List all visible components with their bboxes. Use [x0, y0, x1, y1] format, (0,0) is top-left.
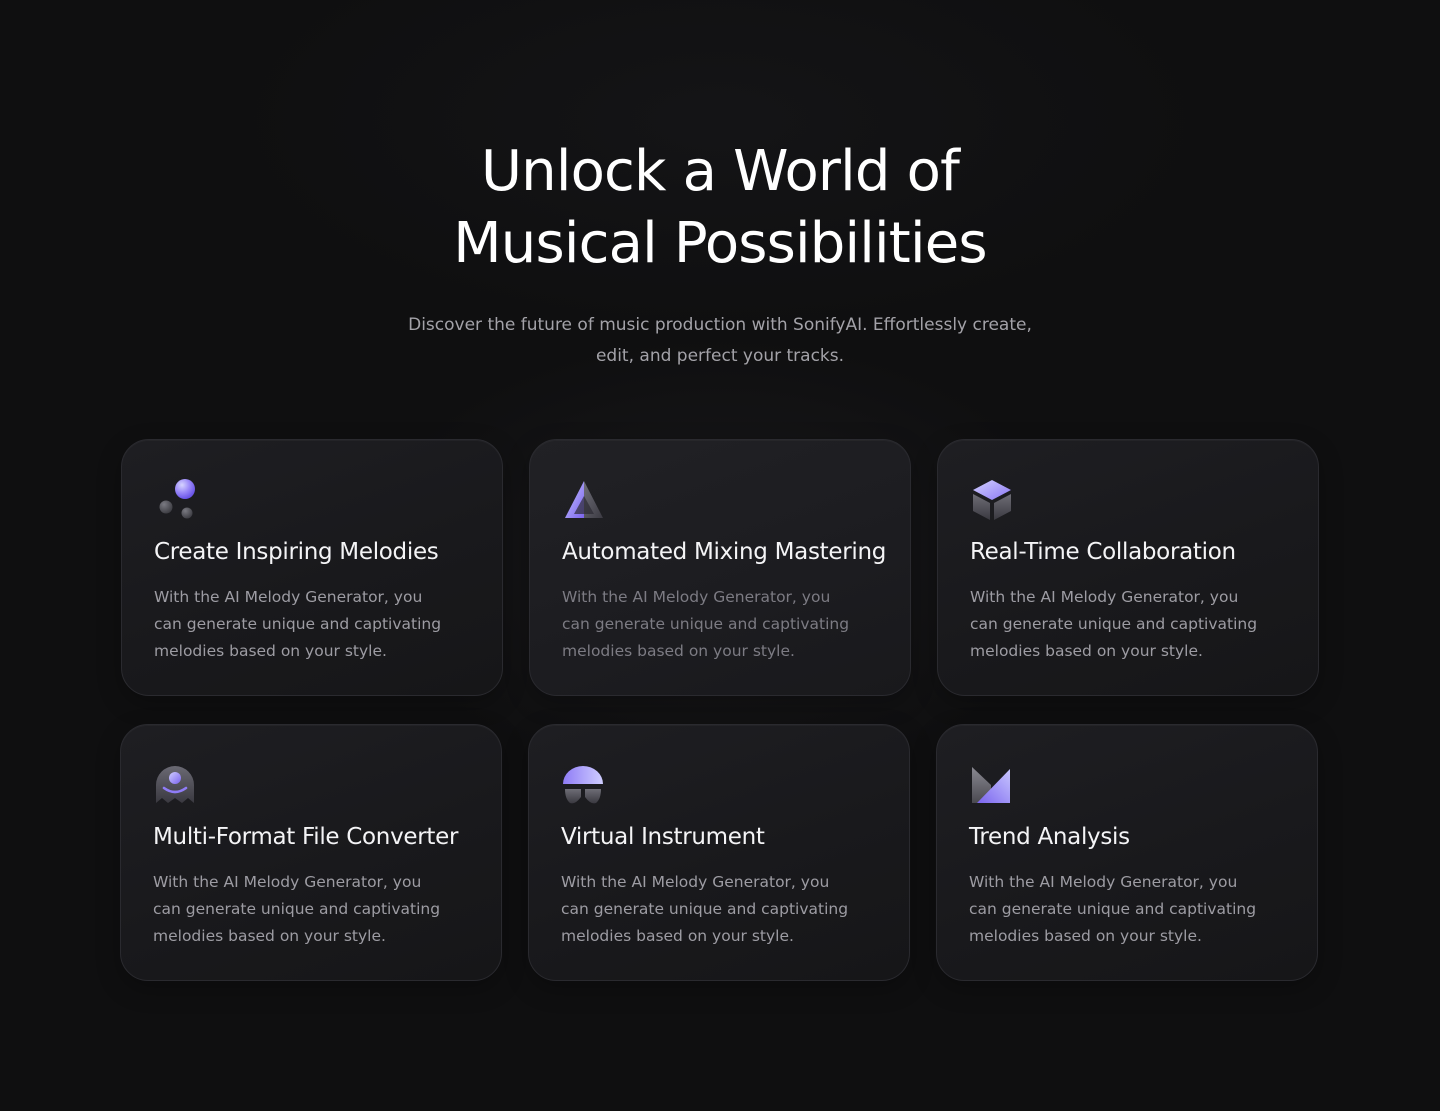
feature-title: Virtual Instrument — [561, 824, 765, 850]
feature-description: With the AI Melody Generator, you can ge… — [154, 588, 442, 660]
feature-description: With the AI Melody Generator, you can ge… — [562, 588, 850, 660]
page-title-line-2: Musical Possibilities — [453, 211, 987, 276]
feature-title: Real-Time Collaboration — [970, 539, 1236, 565]
page-title: Unlock a World of Musical Possibilities — [0, 136, 1440, 280]
feature-description: With the AI Melody Generator, you can ge… — [969, 873, 1257, 945]
feature-title: Automated Mixing Mastering — [562, 539, 887, 565]
feature-description: With the AI Melody Generator, you can ge… — [970, 588, 1258, 660]
feature-title: Create Inspiring Melodies — [154, 539, 439, 565]
feature-title: Trend Analysis — [969, 824, 1130, 850]
feature-card-file-converter: Multi-Format File Converter With the AI … — [120, 724, 502, 981]
hero-section: Unlock a World of Musical Possibilities … — [0, 136, 1440, 372]
feature-card-create-melodies: Create Inspiring Melodies With the AI Me… — [121, 439, 503, 696]
feature-card-collaboration: Real-Time Collaboration With the AI Melo… — [937, 439, 1319, 696]
page-subtitle: Discover the future of music production … — [408, 315, 1032, 366]
feature-description: With the AI Melody Generator, you can ge… — [561, 873, 849, 945]
feature-title: Multi-Format File Converter — [153, 824, 459, 850]
feature-card-virtual-instrument: Virtual Instrument With the AI Melody Ge… — [528, 724, 910, 981]
feature-card-automated-mixing: Automated Mixing Mastering With the AI M… — [529, 439, 911, 696]
pyramid-icon — [562, 478, 606, 522]
feature-card-trend-analysis: Trend Analysis With the AI Melody Genera… — [936, 724, 1318, 981]
orbs-icon — [154, 478, 198, 522]
dome-icon — [561, 763, 605, 807]
feature-description: With the AI Melody Generator, you can ge… — [153, 873, 441, 945]
cube-icon — [970, 478, 1014, 522]
ghost-icon — [153, 763, 197, 807]
page-title-line-1: Unlock a World of — [480, 139, 960, 204]
chart-icon — [969, 763, 1013, 807]
